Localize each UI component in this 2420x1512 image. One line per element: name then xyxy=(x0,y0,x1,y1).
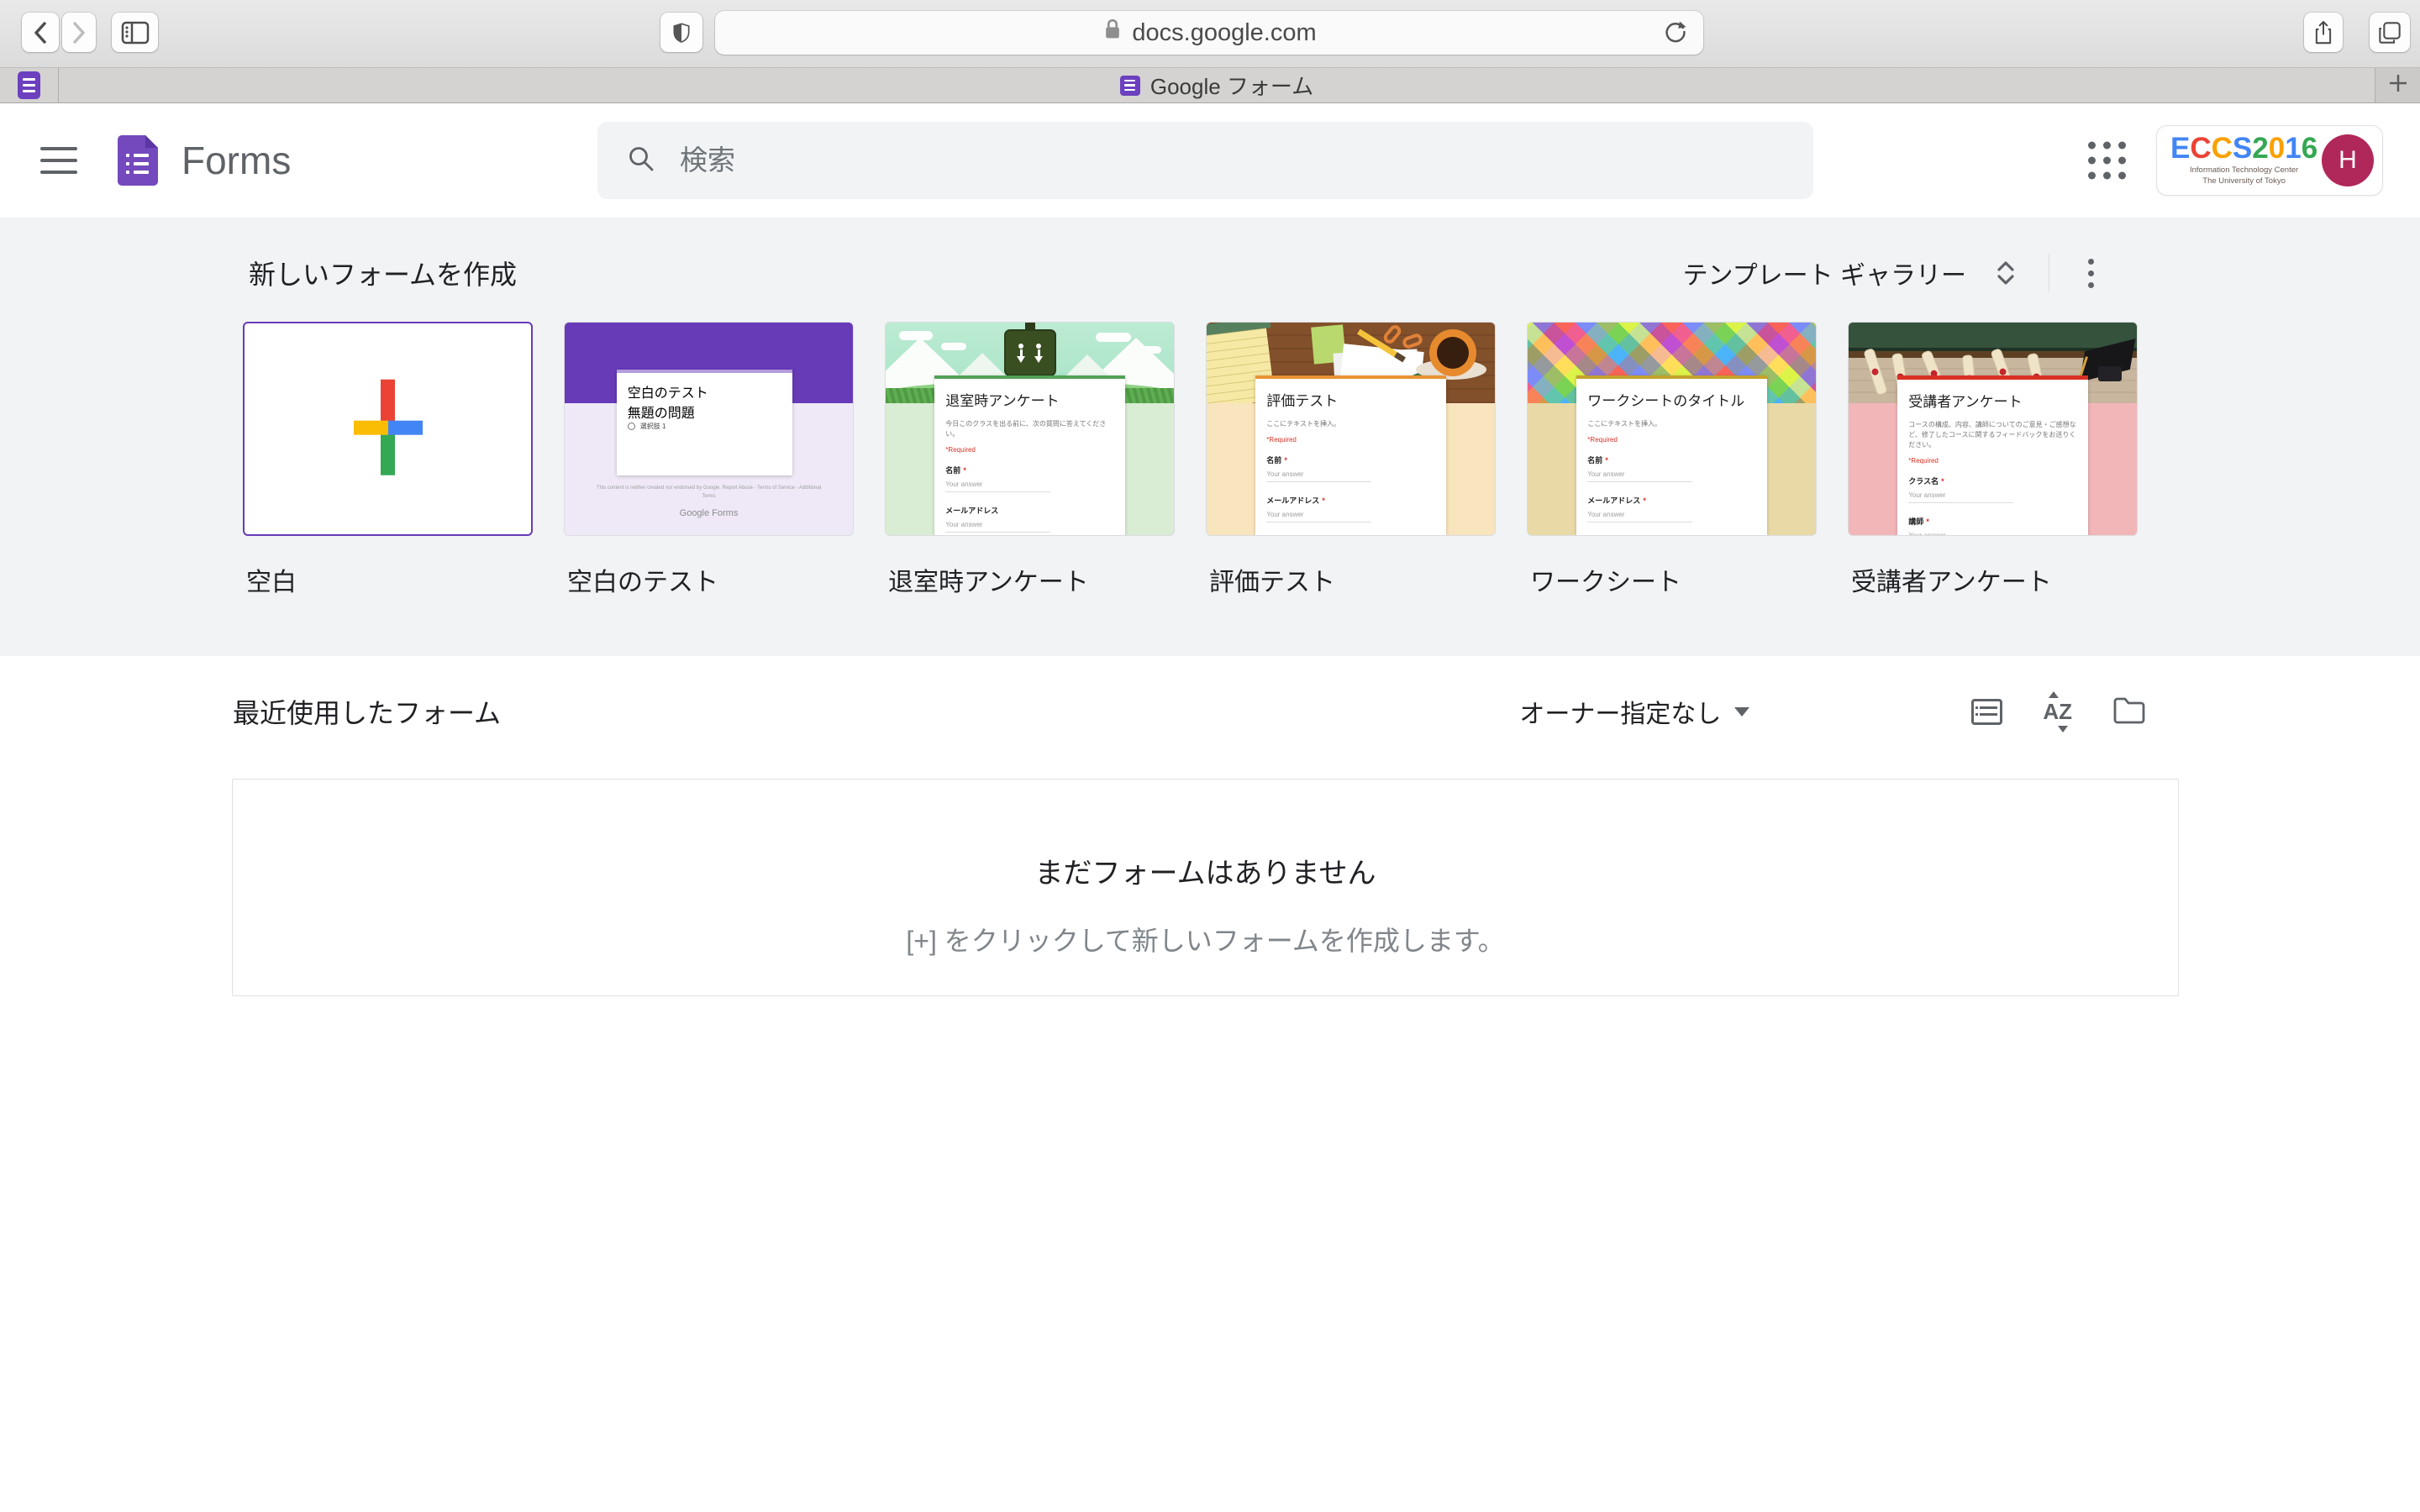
coffee-cup xyxy=(1429,329,1476,376)
empty-state-panel: まだフォームはありません [+] をクリックして新しいフォームを作成します。 xyxy=(232,779,2179,996)
browser-tab-bar: Google フォーム xyxy=(0,68,2420,103)
org-name: Information Technology Center The Univer… xyxy=(2170,165,2317,187)
forms-app-header: Forms ECCS2016 Information Technology Ce… xyxy=(0,103,2420,218)
reload-icon[interactable] xyxy=(1663,19,1688,49)
blank-form-thumbnail xyxy=(243,322,533,536)
avatar[interactable]: H xyxy=(2322,134,2374,186)
browser-forward-button[interactable] xyxy=(62,13,96,52)
eccs-logo: ECCS2016 Information Technology Center T… xyxy=(2170,134,2317,187)
exit-survey-thumbnail: 退室時アンケート 今日このクラスを出る前に、次の質問に答えてください。 *Req… xyxy=(885,322,1175,536)
forms-favicon xyxy=(1120,76,1140,96)
recent-section-title: 最近使用したフォーム xyxy=(233,692,501,731)
sidebar-toggle-button[interactable] xyxy=(112,13,158,52)
forms-favicon xyxy=(18,71,40,99)
sidebar-icon xyxy=(121,21,150,45)
new-tab-button[interactable] xyxy=(2376,68,2420,102)
app-title: Forms xyxy=(182,138,291,183)
empty-state-hint: [+] をクリックして新しいフォームを作成します。 xyxy=(233,920,2178,958)
blank-quiz-thumbnail: 空白のテスト 無題の問題 選択肢 1 This content is neith… xyxy=(564,322,854,536)
shield-icon xyxy=(671,20,692,45)
search-input[interactable] xyxy=(678,144,1785,177)
template-card-assessment[interactable]: 評価テスト ここにテキストを挿入。 *Required 名前* Your ans… xyxy=(1206,322,1496,598)
template-card-blank-quiz[interactable]: 空白のテスト 無題の問題 選択肢 1 This content is neith… xyxy=(564,322,854,598)
template-card-blank[interactable]: 空白 xyxy=(243,322,533,598)
recent-forms-section: 最近使用したフォーム オーナー指定なし AZ xyxy=(0,656,2420,1512)
share-button[interactable] xyxy=(2304,13,2343,52)
assessment-thumbnail: 評価テスト ここにテキストを挿入。 *Required 名前* Your ans… xyxy=(1206,322,1496,536)
sort-button[interactable]: AZ xyxy=(2041,694,2074,730)
list-view-icon xyxy=(1971,699,2002,725)
tab-title: Google フォーム xyxy=(1150,70,1313,101)
caret-down-icon xyxy=(1734,707,1749,717)
forms-logo-icon[interactable] xyxy=(118,135,158,186)
browser-back-button[interactable] xyxy=(22,13,59,52)
lock-icon xyxy=(1102,17,1123,49)
browser-toolbar: docs.google.com xyxy=(0,0,2420,68)
template-section: 新しいフォームを作成 テンプレート ギャラリー 空白 xyxy=(0,218,2420,656)
template-gallery-button[interactable]: テンプレート ギャラリー xyxy=(1683,255,1966,291)
owner-filter-dropdown[interactable]: オーナー指定なし xyxy=(1519,693,1749,730)
address-bar[interactable]: docs.google.com xyxy=(715,11,1703,55)
pinned-tab-forms[interactable] xyxy=(0,68,59,102)
chevron-left-icon xyxy=(31,20,50,45)
template-card-exit-survey[interactable]: 退室時アンケート 今日このクラスを出る前に、次の質問に答えてください。 *Req… xyxy=(885,322,1175,598)
template-card-worksheet[interactable]: ワークシートのタイトル ここにテキストを挿入。 *Required 名前* Yo… xyxy=(1527,322,1817,598)
unfold-more-icon[interactable] xyxy=(1991,256,2020,290)
safari-window: docs.google.com xyxy=(0,0,2420,1512)
template-card-course-survey[interactable]: 受講者アンケート コースの構成、内容、講師についてのご意見・ご感想など、修了した… xyxy=(1848,322,2138,598)
share-icon xyxy=(2312,19,2334,46)
main-menu-button[interactable] xyxy=(40,147,77,174)
hiking-sign xyxy=(1004,329,1056,376)
chevron-right-icon xyxy=(70,20,88,45)
search-bar[interactable] xyxy=(597,122,1813,199)
search-icon xyxy=(626,144,656,178)
privacy-report-button[interactable] xyxy=(660,13,702,52)
url-text: docs.google.com xyxy=(1132,19,1316,47)
list-view-button[interactable] xyxy=(1971,699,2002,725)
plus-icon xyxy=(2387,72,2409,98)
sort-az-icon: AZ xyxy=(2041,694,2074,730)
course-survey-thumbnail: 受講者アンケート コースの構成、内容、講師についてのご意見・ご感想など、修了した… xyxy=(1848,322,2138,536)
tab-overview-button[interactable] xyxy=(2370,13,2410,52)
template-options-menu[interactable] xyxy=(2083,254,2099,293)
worksheet-thumbnail: ワークシートのタイトル ここにテキストを挿入。 *Required 名前* Yo… xyxy=(1527,322,1817,536)
folder-icon xyxy=(2112,696,2146,727)
empty-state-title: まだフォームはありません xyxy=(233,850,2178,891)
template-section-title: 新しいフォームを作成 xyxy=(249,254,517,292)
tabs-icon xyxy=(2377,20,2402,45)
template-cards-row: 空白 空白のテスト 無題の問題 選択肢 1 This content is ne… xyxy=(243,322,2138,598)
tab-google-forms[interactable]: Google フォーム xyxy=(59,68,2375,102)
open-file-picker-button[interactable] xyxy=(2112,696,2146,727)
google-plus-icon xyxy=(354,379,423,475)
account-card[interactable]: ECCS2016 Information Technology Center T… xyxy=(2156,125,2383,196)
google-apps-grid-icon[interactable] xyxy=(2088,142,2126,180)
